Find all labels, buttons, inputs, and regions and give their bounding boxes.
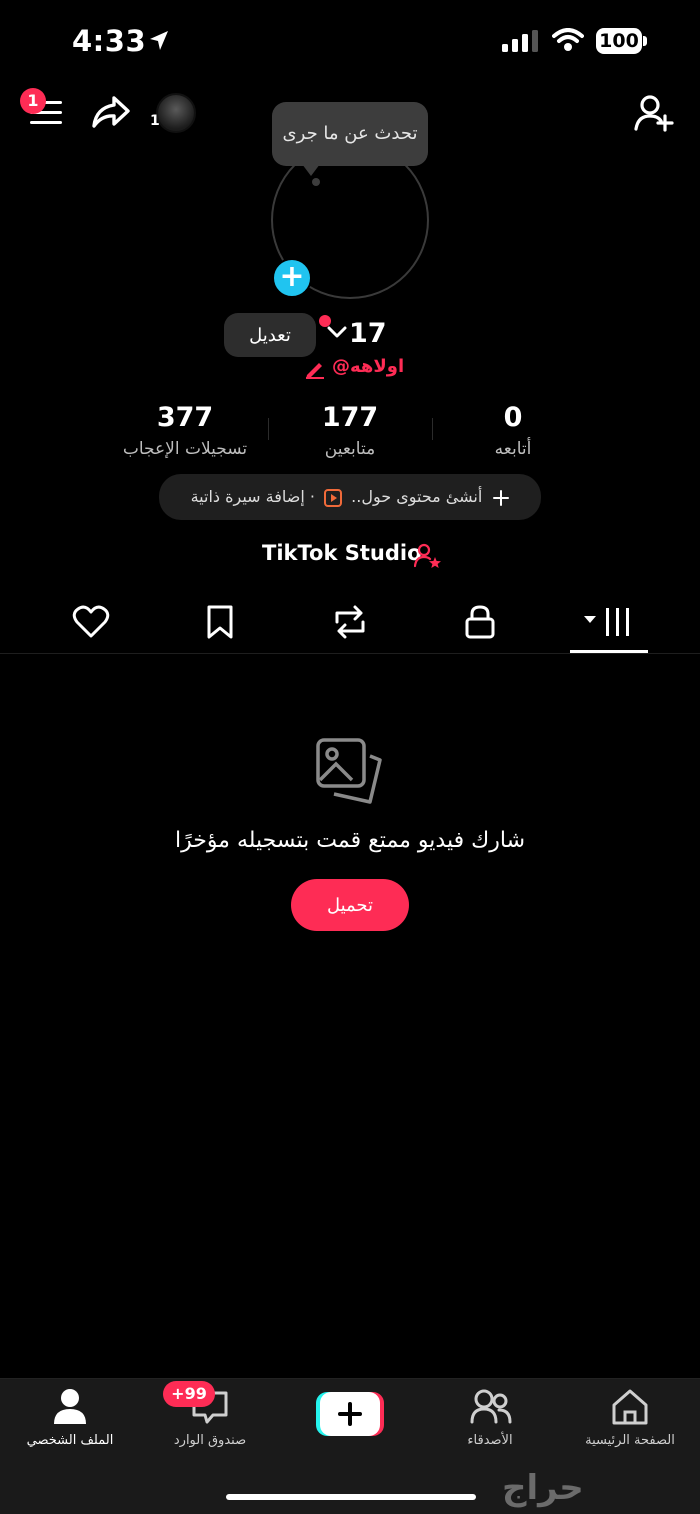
video-play-icon <box>324 488 343 507</box>
create-content-label[interactable]: أنشئ محتوى حول.. <box>351 487 482 506</box>
profile-handle[interactable]: @اولاهه <box>332 356 404 377</box>
story-avatar[interactable] <box>156 93 196 133</box>
wifi-icon <box>552 28 584 51</box>
tab-reposts-icon[interactable] <box>331 604 369 640</box>
tab-private-icon[interactable] <box>464 604 496 640</box>
stat-followers-value: 177 <box>321 402 379 433</box>
active-tab-indicator <box>570 650 648 653</box>
empty-state-message: شارك فيديو ممتع قمت بتسجيله مؤخرًا <box>174 828 526 853</box>
account-name[interactable]: 17 <box>349 318 387 349</box>
tab-liked-icon[interactable] <box>72 604 110 640</box>
pencil-icon[interactable] <box>304 358 326 380</box>
bio-actions-pill[interactable]: أنشئ محتوى حول.. · إضافة سيرة ذاتية <box>159 474 541 520</box>
story-avatar-count: 1 <box>150 113 160 129</box>
stat-following-label: أتابعه <box>494 439 532 459</box>
battery-tip <box>643 36 647 46</box>
add-bio-label[interactable]: إضافة سيرة ذاتية <box>191 487 305 506</box>
nav-home-label[interactable]: الصفحة الرئيسية <box>570 1433 690 1448</box>
home-indicator <box>226 1494 476 1500</box>
tabs-divider <box>0 653 700 654</box>
location-arrow-icon <box>150 31 168 50</box>
menu-notification-badge: 1 <box>20 88 46 114</box>
nav-friends-label[interactable]: الأصدقاء <box>430 1433 550 1448</box>
stat-following-value: 0 <box>503 402 523 433</box>
studio-person-star-icon <box>414 543 441 568</box>
status-tooltip[interactable]: تحدث عن ما جرى <box>272 102 428 166</box>
edit-profile-button[interactable]: تعديل <box>224 313 316 357</box>
add-friend-icon[interactable] <box>634 94 674 132</box>
share-icon[interactable] <box>90 94 132 130</box>
tooltip-dot <box>312 178 320 186</box>
battery-indicator: 100 <box>596 28 642 54</box>
stat-divider <box>268 418 269 440</box>
stat-followers[interactable]: 177 متابعين <box>290 402 410 459</box>
nav-profile-label[interactable]: الملف الشخصي <box>10 1433 130 1448</box>
tooltip-tail <box>302 164 320 176</box>
cellular-signal-icon <box>502 30 538 52</box>
bio-separator: · <box>309 487 315 506</box>
nav-inbox-label[interactable]: صندوق الوارد <box>150 1433 270 1448</box>
chevron-down-icon[interactable] <box>327 325 347 339</box>
inbox-badge: +99 <box>163 1381 215 1407</box>
photo-gallery-icon <box>316 738 382 804</box>
stat-followers-label: متابعين <box>324 439 376 459</box>
haraj-watermark: حراج <box>502 1468 584 1508</box>
stat-likes-value: 377 <box>156 402 214 433</box>
plus-icon <box>493 489 510 506</box>
upload-button[interactable]: تحميل <box>291 879 409 931</box>
stat-divider <box>432 418 433 440</box>
tab-favorites-icon[interactable] <box>205 604 235 640</box>
profile-nav-icon[interactable] <box>52 1388 88 1426</box>
stat-following[interactable]: 0 أتابعه <box>470 402 556 459</box>
create-button[interactable] <box>316 1392 384 1436</box>
tiktok-studio-link[interactable]: TikTok Studio <box>262 541 422 565</box>
home-nav-icon[interactable] <box>610 1388 650 1426</box>
tab-videos-icon[interactable] <box>582 606 634 638</box>
stat-likes[interactable]: 377 تسجيلات الإعجاب <box>110 402 260 459</box>
add-avatar-button[interactable]: + <box>272 258 312 298</box>
friends-nav-icon[interactable] <box>470 1388 512 1426</box>
stat-likes-label: تسجيلات الإعجاب <box>122 439 248 459</box>
status-time: 4:33 <box>72 24 147 58</box>
